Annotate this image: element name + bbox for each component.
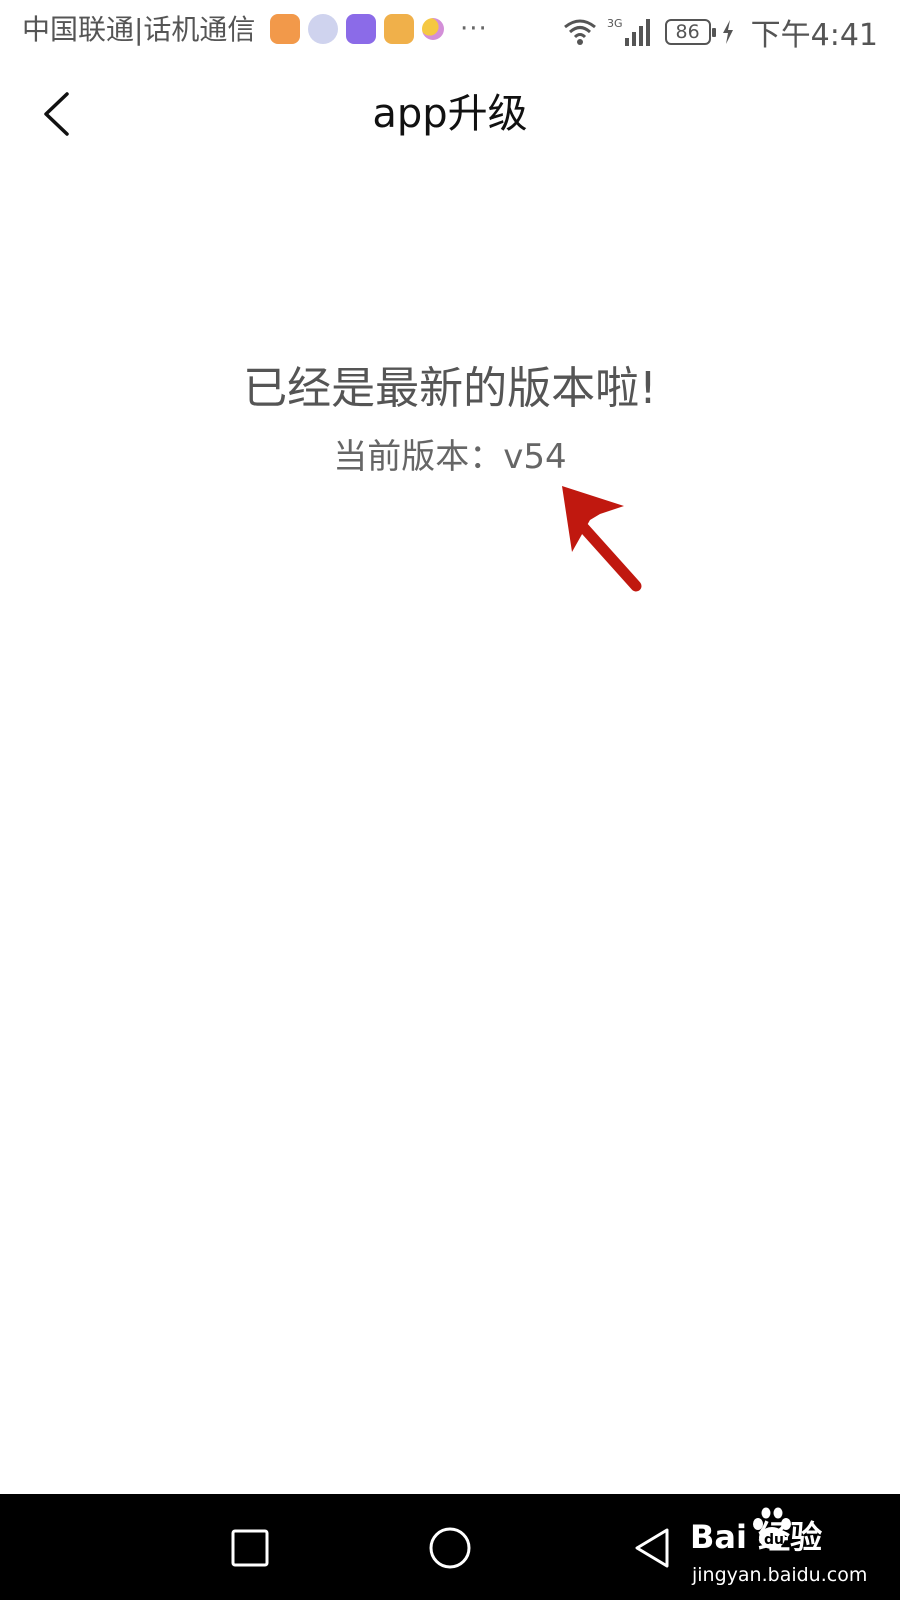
purple-app-icon [346, 14, 376, 44]
watermark-url: jingyan.baidu.com [692, 1564, 868, 1586]
network-type-label: 3G [607, 17, 623, 30]
charging-icon [722, 20, 733, 44]
annotation-arrow-icon [562, 486, 642, 592]
recent-apps-button[interactable] [224, 1522, 276, 1574]
battery-indicator: 86 [664, 19, 716, 45]
wifi-icon [563, 19, 596, 45]
svg-text:du: du [764, 1532, 784, 1548]
orange-app-icon [384, 14, 414, 44]
wifi-assistant-icon [308, 14, 338, 44]
current-version-label: 当前版本：v54 [333, 437, 567, 477]
more-notifications-icon: ··· [460, 14, 488, 44]
header: app升级 [0, 62, 900, 166]
up-to-date-message: 已经是最新的版本啦! [243, 363, 657, 414]
carrier-name: 中国联通|话机通信 [22, 13, 256, 46]
page-title: app升级 [372, 91, 528, 137]
notification-icons: ··· [270, 14, 488, 44]
triangle-back-icon [635, 1528, 669, 1568]
square-icon [231, 1529, 269, 1567]
uc-browser-icon [270, 14, 300, 44]
signal-icon: 3G [607, 17, 650, 46]
home-button[interactable] [424, 1522, 476, 1574]
baidu-jingyan-watermark: Bai 经验 du jingyan.baidu.com [690, 1507, 890, 1592]
status-bar: 中国联通|话机通信 ··· 3G 86 下午4:41 [0, 0, 900, 62]
clock: 下午4:41 [750, 18, 878, 53]
navigation-bar: Bai 经验 du jingyan.baidu.com [0, 1494, 900, 1600]
circle-icon [429, 1527, 471, 1569]
nav-back-button[interactable] [626, 1522, 678, 1574]
fruit-app-icon [422, 18, 444, 40]
system-icons: 3G 86 下午4:41 [563, 10, 878, 54]
baidu-paw-icon: du [753, 1507, 791, 1549]
